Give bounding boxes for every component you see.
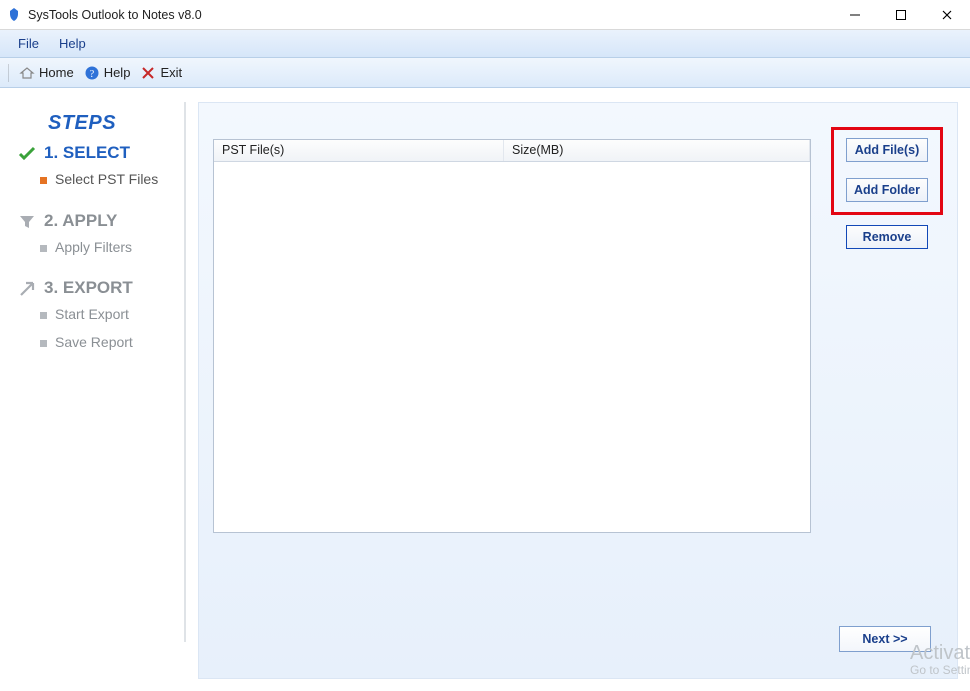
substep-label: Apply Filters — [55, 239, 132, 257]
grid-header: PST File(s) Size(MB) — [214, 140, 810, 162]
content-panel: PST File(s) Size(MB) Add File(s) Add Fol… — [198, 102, 958, 679]
close-button[interactable] — [924, 0, 970, 30]
exit-button[interactable]: Exit — [136, 63, 186, 83]
app-icon — [6, 7, 22, 23]
add-folder-button[interactable]: Add Folder — [846, 178, 928, 202]
step-apply-title: 2. APPLY — [44, 211, 117, 231]
step-select-title: 1. SELECT — [44, 143, 130, 163]
steps-sidebar: STEPS 1. SELECT Select PST Files 2. APPL… — [0, 88, 184, 691]
add-buttons-highlight: Add File(s) Add Folder — [831, 127, 943, 215]
next-button[interactable]: Next >> — [839, 626, 931, 652]
tool-bar: Home ? Help Exit — [0, 58, 970, 88]
maximize-button[interactable] — [878, 0, 924, 30]
substep-start-export[interactable]: Start Export — [40, 306, 170, 324]
add-files-button[interactable]: Add File(s) — [846, 138, 928, 162]
home-label: Home — [39, 65, 74, 80]
bullet-icon — [40, 312, 47, 319]
check-icon — [18, 145, 36, 163]
svg-text:?: ? — [89, 69, 94, 80]
exit-label: Exit — [160, 65, 182, 80]
home-button[interactable]: Home — [15, 63, 78, 83]
substep-save-report[interactable]: Save Report — [40, 334, 170, 352]
substep-apply-filters[interactable]: Apply Filters — [40, 239, 170, 257]
step-export-title: 3. EXPORT — [44, 278, 133, 298]
menu-help[interactable]: Help — [49, 32, 96, 55]
pst-file-grid[interactable]: PST File(s) Size(MB) — [213, 139, 811, 533]
step-apply[interactable]: 2. APPLY — [18, 211, 170, 231]
step-export[interactable]: 3. EXPORT — [18, 278, 170, 298]
col-pst-files[interactable]: PST File(s) — [214, 140, 504, 161]
exit-icon — [140, 65, 156, 81]
substep-label: Save Report — [55, 334, 133, 352]
substep-label: Start Export — [55, 306, 129, 324]
substep-select-pst[interactable]: Select PST Files — [40, 171, 170, 189]
help-label: Help — [104, 65, 131, 80]
remove-button[interactable]: Remove — [846, 225, 928, 249]
export-icon — [18, 280, 36, 298]
vertical-divider — [184, 102, 186, 642]
title-bar: SysTools Outlook to Notes v8.0 — [0, 0, 970, 30]
bullet-icon — [40, 177, 47, 184]
window-title: SysTools Outlook to Notes v8.0 — [28, 8, 202, 22]
steps-heading: STEPS — [48, 112, 170, 135]
menu-bar: File Help — [0, 30, 970, 58]
bullet-icon — [40, 340, 47, 347]
col-size-mb[interactable]: Size(MB) — [504, 140, 810, 161]
minimize-button[interactable] — [832, 0, 878, 30]
help-button[interactable]: ? Help — [80, 63, 135, 83]
help-icon: ? — [84, 65, 100, 81]
bullet-icon — [40, 245, 47, 252]
toolbar-separator — [8, 64, 9, 82]
filter-icon — [18, 213, 36, 231]
step-select[interactable]: 1. SELECT — [18, 143, 170, 163]
home-icon — [19, 65, 35, 81]
menu-file[interactable]: File — [8, 32, 49, 55]
substep-label: Select PST Files — [55, 171, 158, 189]
